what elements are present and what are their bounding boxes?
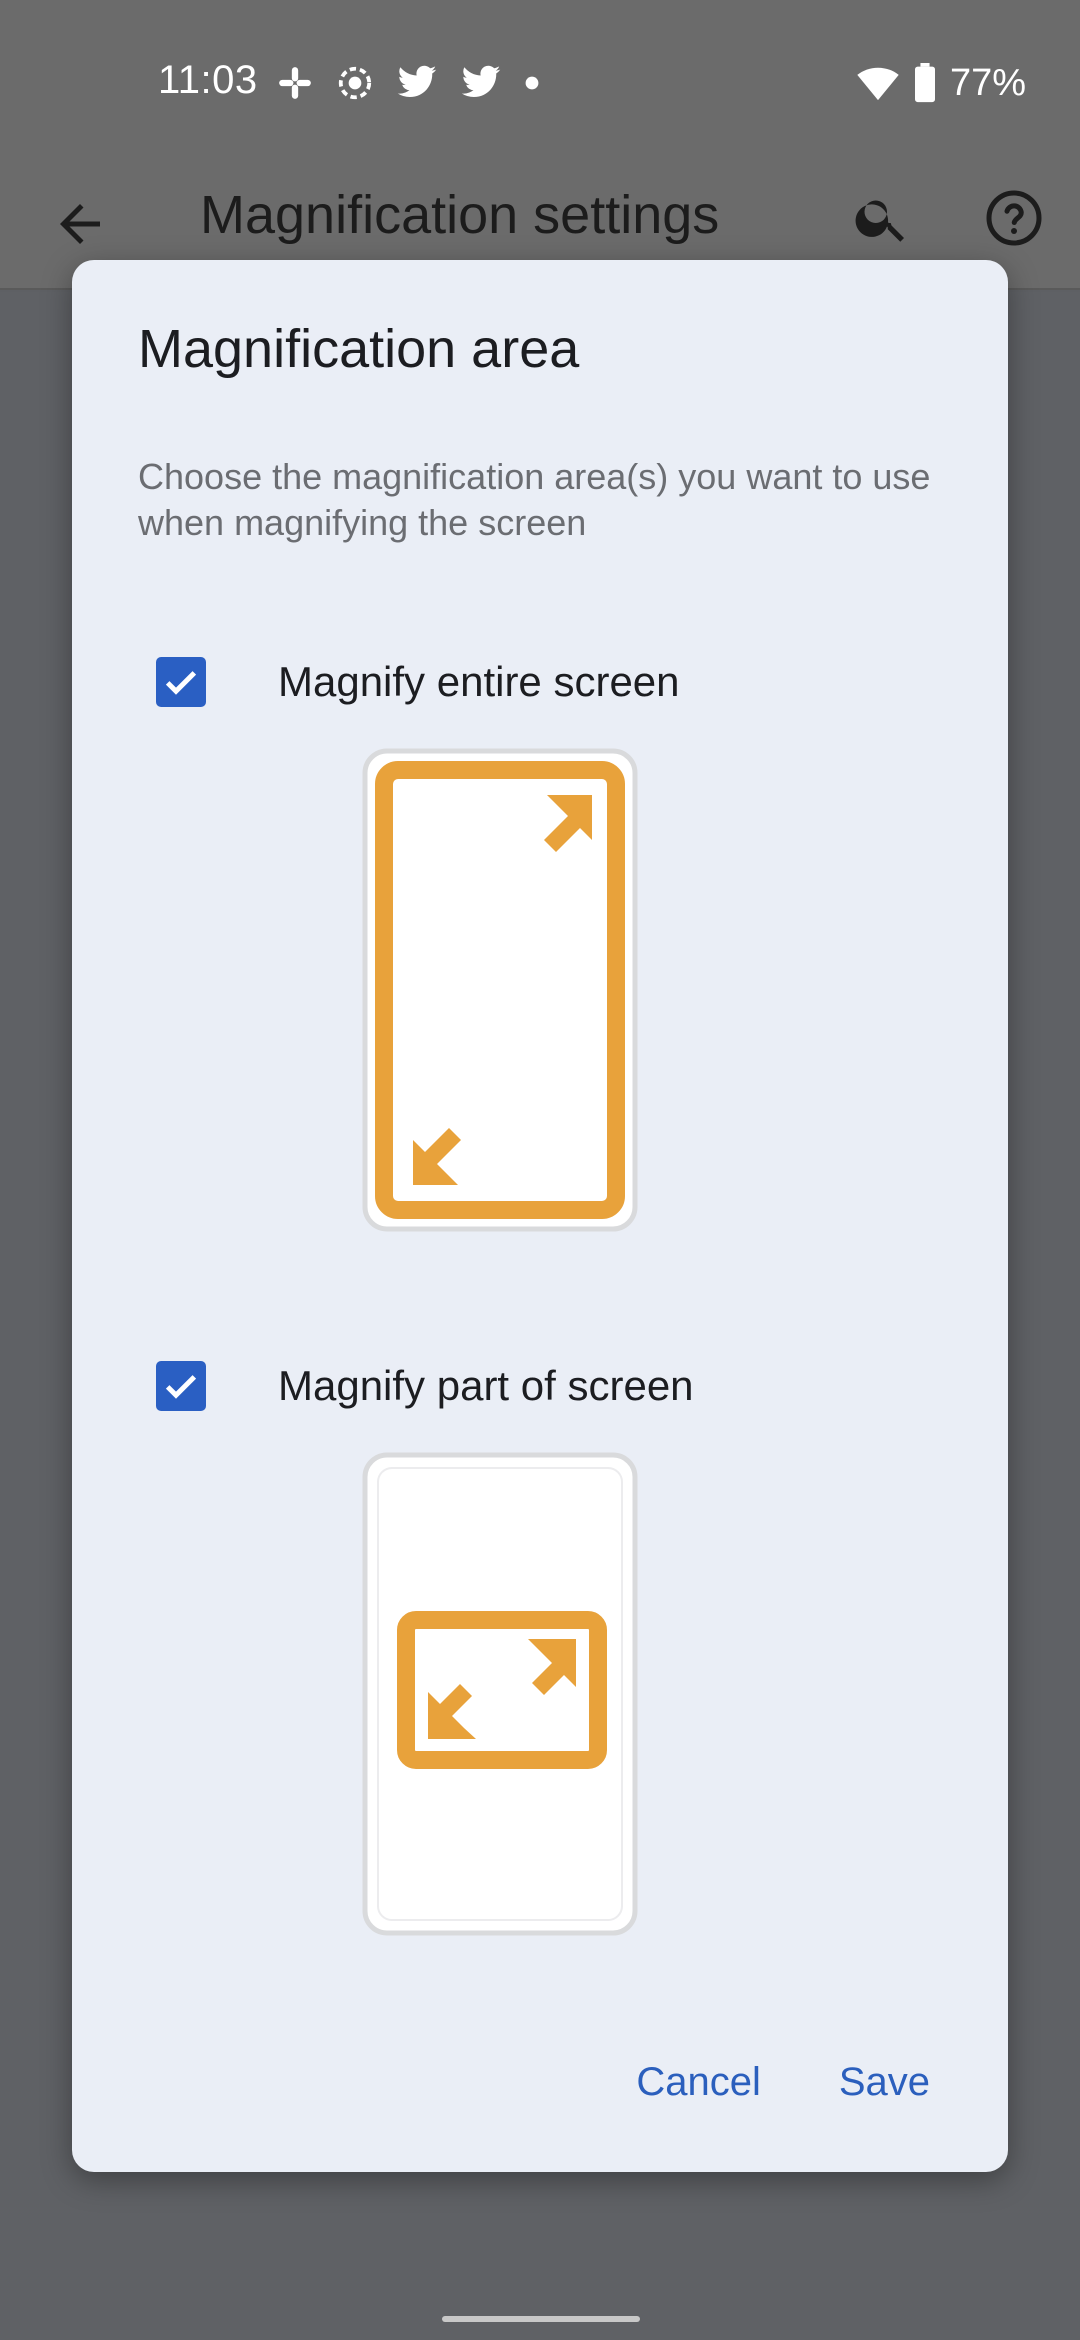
- option-label: Magnify part of screen: [278, 1362, 694, 1409]
- status-bar: 11:03 77%: [0, 0, 1080, 170]
- twitter-icon: [461, 65, 501, 98]
- magnification-area-dialog: Magnification area Choose the magnificat…: [72, 260, 1008, 2172]
- save-button[interactable]: Save: [839, 2060, 930, 2105]
- screen-record-icon: [338, 66, 372, 100]
- system-icons: 77%: [856, 58, 1026, 108]
- partial-screen-magnification-illustration: [362, 1452, 638, 1936]
- gesture-nav-handle[interactable]: [442, 2316, 640, 2322]
- dot-icon: [525, 76, 539, 90]
- search-icon[interactable]: [852, 188, 912, 248]
- twitter-icon: [397, 65, 437, 98]
- dialog-description: Choose the magnification area(s) you wan…: [138, 456, 931, 543]
- page-title: Magnification settings: [200, 185, 720, 245]
- option-magnify-part-of-screen[interactable]: Magnify part of screen: [156, 1356, 694, 1416]
- notification-icons: [276, 58, 540, 108]
- checkbox-part-of-screen[interactable]: [156, 1361, 206, 1411]
- status-time: 11:03: [158, 58, 258, 102]
- slack-icon: [279, 67, 311, 99]
- cancel-button[interactable]: Cancel: [636, 2060, 761, 2105]
- option-label: Magnify entire screen: [278, 658, 680, 705]
- check-icon: [165, 1375, 197, 1399]
- check-icon: [165, 671, 197, 695]
- help-icon[interactable]: [984, 188, 1044, 248]
- battery-percent: 77%: [949, 61, 1026, 104]
- back-arrow-icon[interactable]: [50, 194, 110, 254]
- option-magnify-entire-screen[interactable]: Magnify entire screen: [156, 652, 680, 712]
- full-screen-magnification-illustration: [362, 748, 638, 1232]
- checkbox-entire-screen[interactable]: [156, 657, 206, 707]
- battery-icon: [914, 63, 935, 103]
- dialog-actions: Cancel Save: [636, 2060, 930, 2105]
- wifi-icon: [857, 67, 899, 101]
- dialog-title: Magnification area: [138, 319, 580, 379]
